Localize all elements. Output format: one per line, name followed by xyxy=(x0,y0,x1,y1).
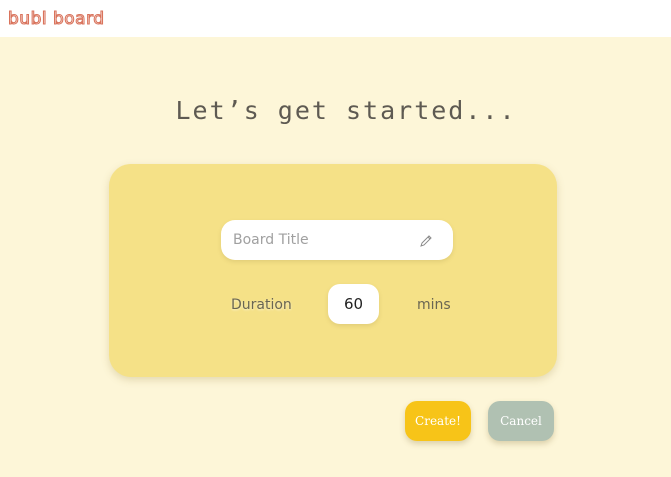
board-setup-card: Duration mins xyxy=(109,164,557,377)
page-heading: Let’s get started... xyxy=(175,96,517,125)
logo-text: bubl board xyxy=(8,9,105,29)
create-button[interactable]: Create! xyxy=(405,401,471,441)
duration-input[interactable] xyxy=(328,284,379,324)
board-title-field[interactable] xyxy=(221,220,453,260)
duration-field[interactable] xyxy=(328,284,379,324)
board-title-input[interactable] xyxy=(233,228,413,252)
cancel-button[interactable]: Cancel xyxy=(488,401,554,441)
bubl-board-logo[interactable]: bubl board xyxy=(8,4,108,32)
top-bar: bubl board xyxy=(0,0,671,37)
pencil-icon[interactable] xyxy=(419,234,433,248)
duration-label: Duration xyxy=(231,297,292,313)
duration-unit-label: mins xyxy=(417,297,451,313)
